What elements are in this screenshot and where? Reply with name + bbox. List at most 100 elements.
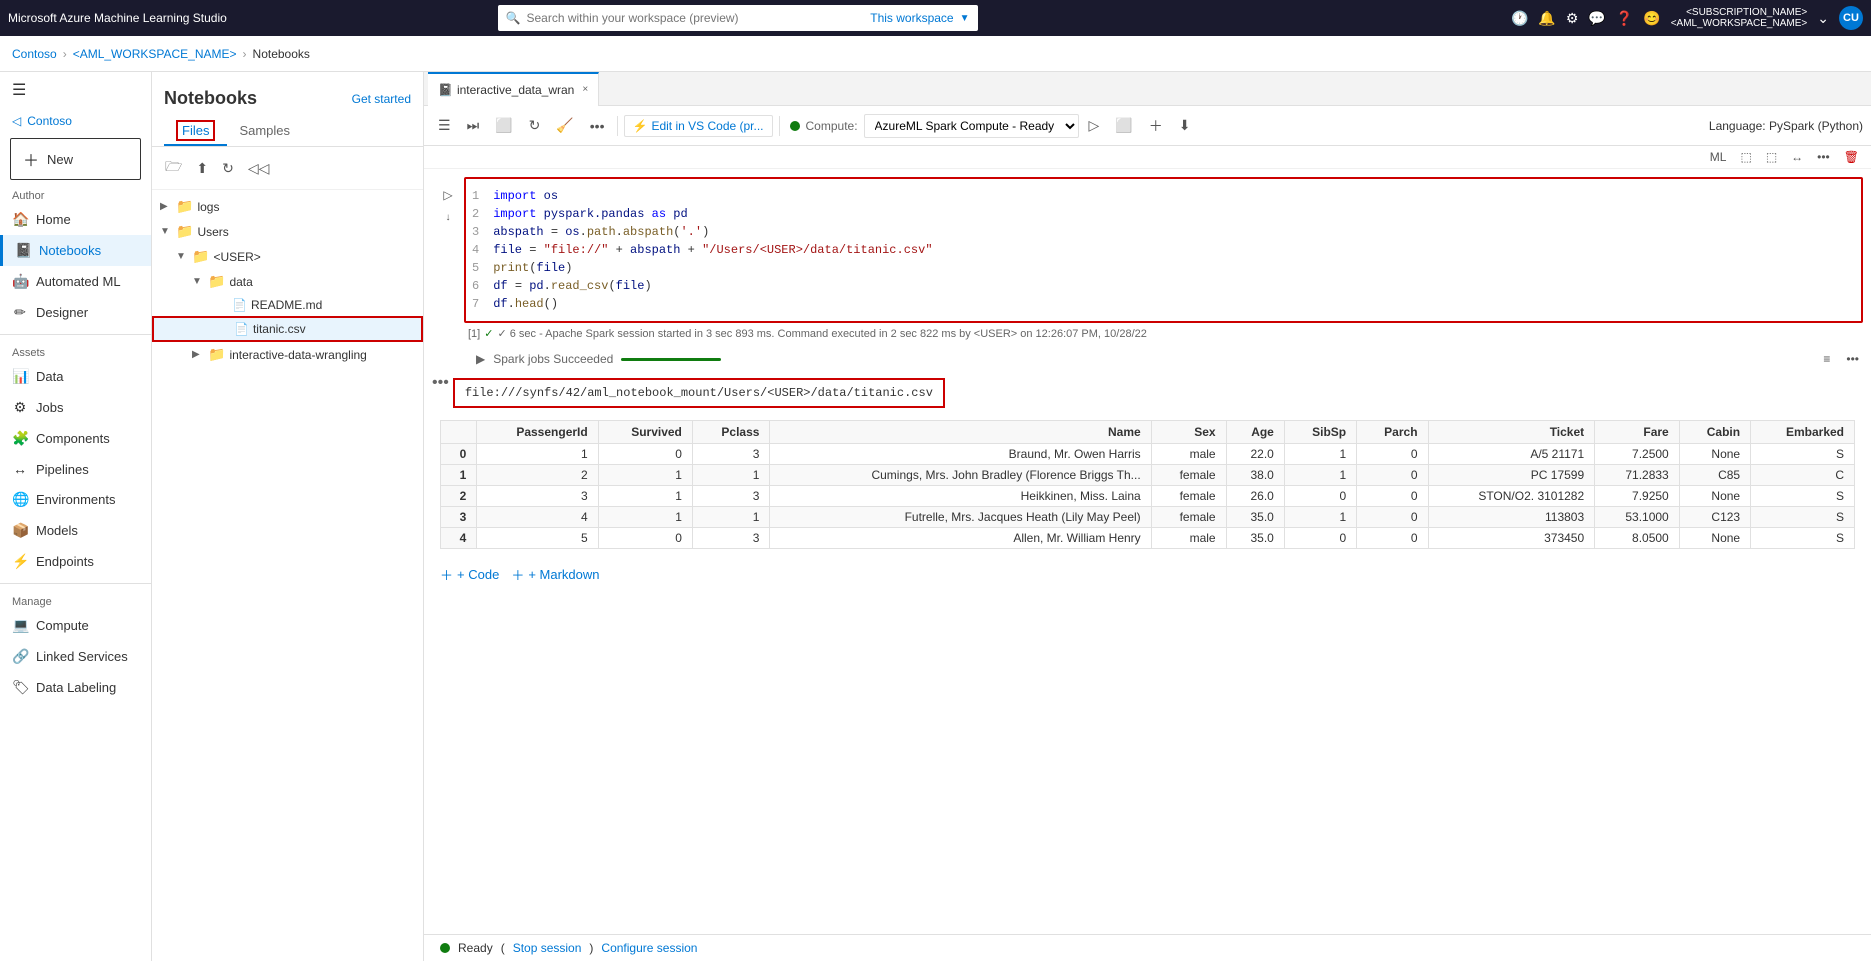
sidebar-item-notebooks[interactable]: 📓 Notebooks: [0, 235, 151, 266]
expand-icon[interactable]: ⌄: [1817, 10, 1829, 27]
nav-contoso[interactable]: Contoso: [12, 47, 57, 61]
run-all-btn[interactable]: ⏭: [461, 114, 486, 137]
line-numbers: 1234567: [466, 179, 485, 321]
stop-btn[interactable]: ⬜: [489, 114, 518, 137]
collapse-btn[interactable]: ◁◁: [243, 157, 275, 180]
tree-item-users[interactable]: ▼ 📁 Users: [152, 219, 423, 244]
nav-workspace[interactable]: <AML_WORKSPACE_NAME>: [73, 47, 237, 61]
sidebar-item-jobs[interactable]: ⚙ Jobs: [0, 392, 151, 423]
jobs-icon: ⚙: [12, 399, 28, 416]
tree-item-readme[interactable]: 📄 README.md: [152, 294, 423, 316]
df-table-header: PassengerId Survived Pclass Name Sex Age…: [441, 421, 1855, 444]
compute-select[interactable]: AzureML Spark Compute - Ready: [864, 114, 1079, 138]
notebook-tab-close[interactable]: ×: [582, 84, 588, 95]
add-cell-after-btn[interactable]: ＋: [1143, 113, 1169, 139]
add-cell-before-btn[interactable]: ⬜: [1109, 114, 1138, 137]
output-more-icon[interactable]: •••: [432, 374, 449, 392]
sidebar-item-linked-services[interactable]: 🔗 Linked Services: [0, 641, 151, 672]
row-1-name: Cumings, Mrs. John Bradley (Florence Bri…: [770, 465, 1151, 486]
spark-progress-bar: [621, 358, 721, 361]
sidebar-toggle-btn[interactable]: ☰: [0, 72, 151, 108]
run-this-cell-btn[interactable]: ▷: [437, 185, 458, 205]
sidebar-item-home[interactable]: 🏠 Home: [0, 204, 151, 235]
sidebar-item-designer[interactable]: ✏ Designer: [0, 297, 151, 328]
tree-arrow-users[interactable]: ▼: [160, 226, 172, 237]
settings-icon[interactable]: ⚙: [1566, 10, 1579, 27]
code-content[interactable]: import os import pyspark.pandas as pd ab…: [485, 179, 1861, 321]
tree-item-logs[interactable]: ▶ 📁 logs: [152, 194, 423, 219]
row-1-cabin: C85: [1679, 465, 1750, 486]
chat-icon[interactable]: 💬: [1588, 10, 1605, 27]
cell-delete-btn[interactable]: 🗑: [1840, 148, 1863, 166]
col-passengerid: PassengerId: [477, 421, 598, 444]
cell-btn3[interactable]: ↔: [1787, 148, 1807, 166]
cell-btn2[interactable]: ⬚: [1762, 148, 1781, 166]
tree-arrow-interactive[interactable]: ▶: [192, 349, 204, 360]
refresh-btn[interactable]: ↻: [217, 157, 239, 180]
emoji-icon[interactable]: 😊: [1643, 10, 1660, 27]
new-folder-btn[interactable]: 🗁: [160, 153, 187, 183]
topbar-user-info[interactable]: <SUBSCRIPTION_NAME> <AML_WORKSPACE_NAME>: [1671, 7, 1808, 29]
designer-icon: ✏: [12, 304, 28, 321]
tab-files[interactable]: Files: [164, 117, 227, 146]
new-button[interactable]: ＋ New: [10, 138, 141, 180]
sidebar-divider1: [0, 334, 151, 335]
clock-icon[interactable]: 🕐: [1511, 10, 1528, 27]
sidebar-item-compute[interactable]: 💻 Compute: [0, 610, 151, 641]
download-btn[interactable]: ⬇: [1173, 114, 1197, 137]
stop-session-link[interactable]: Stop session: [513, 941, 582, 955]
help-icon[interactable]: ❓: [1616, 10, 1633, 27]
notebooks-header: Notebooks Get started: [152, 72, 423, 117]
row-2-fare: 7.9250: [1595, 486, 1680, 507]
tree-arrow-user[interactable]: ▼: [176, 251, 188, 262]
sidebar-item-pipelines[interactable]: ↔ Pipelines: [0, 454, 151, 484]
upload-btn[interactable]: ⬆: [191, 157, 213, 180]
search-scope-chevron[interactable]: ▼: [960, 13, 970, 24]
folder-icon-interactive: 📁: [208, 346, 225, 363]
sidebar-back-btn[interactable]: ◁ Contoso: [0, 108, 151, 134]
tree-item-user[interactable]: ▼ 📁 <USER>: [152, 244, 423, 269]
avatar[interactable]: CU: [1839, 6, 1863, 30]
clear-btn[interactable]: 🧹: [550, 114, 579, 137]
notebook-tab-main[interactable]: 📓 interactive_data_wran ×: [428, 72, 599, 106]
tree-item-titanic-csv[interactable]: 📄 titanic.csv: [152, 316, 423, 342]
edit-vscode-btn[interactable]: ⚡ Edit in VS Code (pr...: [624, 115, 773, 137]
cell-row: ▷ ↓ 1234567 import os import pyspark.pan…: [432, 177, 1863, 323]
cell-down-btn[interactable]: ↓: [440, 209, 457, 226]
tab-samples[interactable]: Samples: [227, 117, 302, 146]
sidebar-notebooks-label: Notebooks: [39, 243, 101, 258]
cell-more-btn[interactable]: •••: [1813, 148, 1834, 166]
tree-arrow-data[interactable]: ▼: [192, 276, 204, 287]
ml-btn[interactable]: ML: [1706, 148, 1731, 166]
tree-label-titanic: titanic.csv: [253, 322, 306, 336]
search-scope-label[interactable]: This workspace: [870, 11, 953, 25]
tree-item-interactive-wrangling[interactable]: ▶ 📁 interactive-data-wrangling: [152, 342, 423, 367]
spark-more-btn[interactable]: •••: [1842, 350, 1863, 368]
cell-btn1[interactable]: ⬚: [1736, 148, 1755, 166]
more-toolbar-btn[interactable]: •••: [584, 115, 611, 137]
tree-item-data[interactable]: ▼ 📁 data: [152, 269, 423, 294]
spark-list-btn[interactable]: ≡: [1819, 350, 1834, 368]
menu-btn[interactable]: ☰: [432, 114, 457, 137]
bell-icon[interactable]: 🔔: [1538, 10, 1555, 27]
df-table: PassengerId Survived Pclass Name Sex Age…: [440, 420, 1855, 549]
add-markdown-cell-btn[interactable]: ＋ + Markdown: [511, 565, 599, 584]
get-started-link[interactable]: Get started: [352, 92, 411, 106]
sidebar-item-automated-ml[interactable]: 🤖 Automated ML: [0, 266, 151, 297]
search-input[interactable]: [526, 11, 864, 25]
notebook-tabs: 📓 interactive_data_wran ×: [424, 72, 1871, 106]
configure-session-link[interactable]: Configure session: [601, 941, 697, 955]
sidebar-item-data[interactable]: 📊 Data: [0, 361, 151, 392]
sidebar-item-data-labeling[interactable]: 🏷 Data Labeling: [0, 672, 151, 703]
sidebar-divider2: [0, 583, 151, 584]
row-3-sex: female: [1151, 507, 1226, 528]
sidebar-item-environments[interactable]: 🌐 Environments: [0, 484, 151, 515]
sidebar-item-models[interactable]: 📦 Models: [0, 515, 151, 546]
tree-arrow-logs[interactable]: ▶: [160, 201, 172, 212]
run-cell-btn[interactable]: ▷: [1083, 114, 1106, 137]
add-code-cell-btn[interactable]: ＋ + Code: [440, 565, 499, 584]
restart-btn[interactable]: ↻: [523, 114, 547, 137]
files-tabs: Files Samples: [152, 117, 423, 147]
sidebar-item-endpoints[interactable]: ⚡ Endpoints: [0, 546, 151, 577]
sidebar-item-components[interactable]: 🧩 Components: [0, 423, 151, 454]
